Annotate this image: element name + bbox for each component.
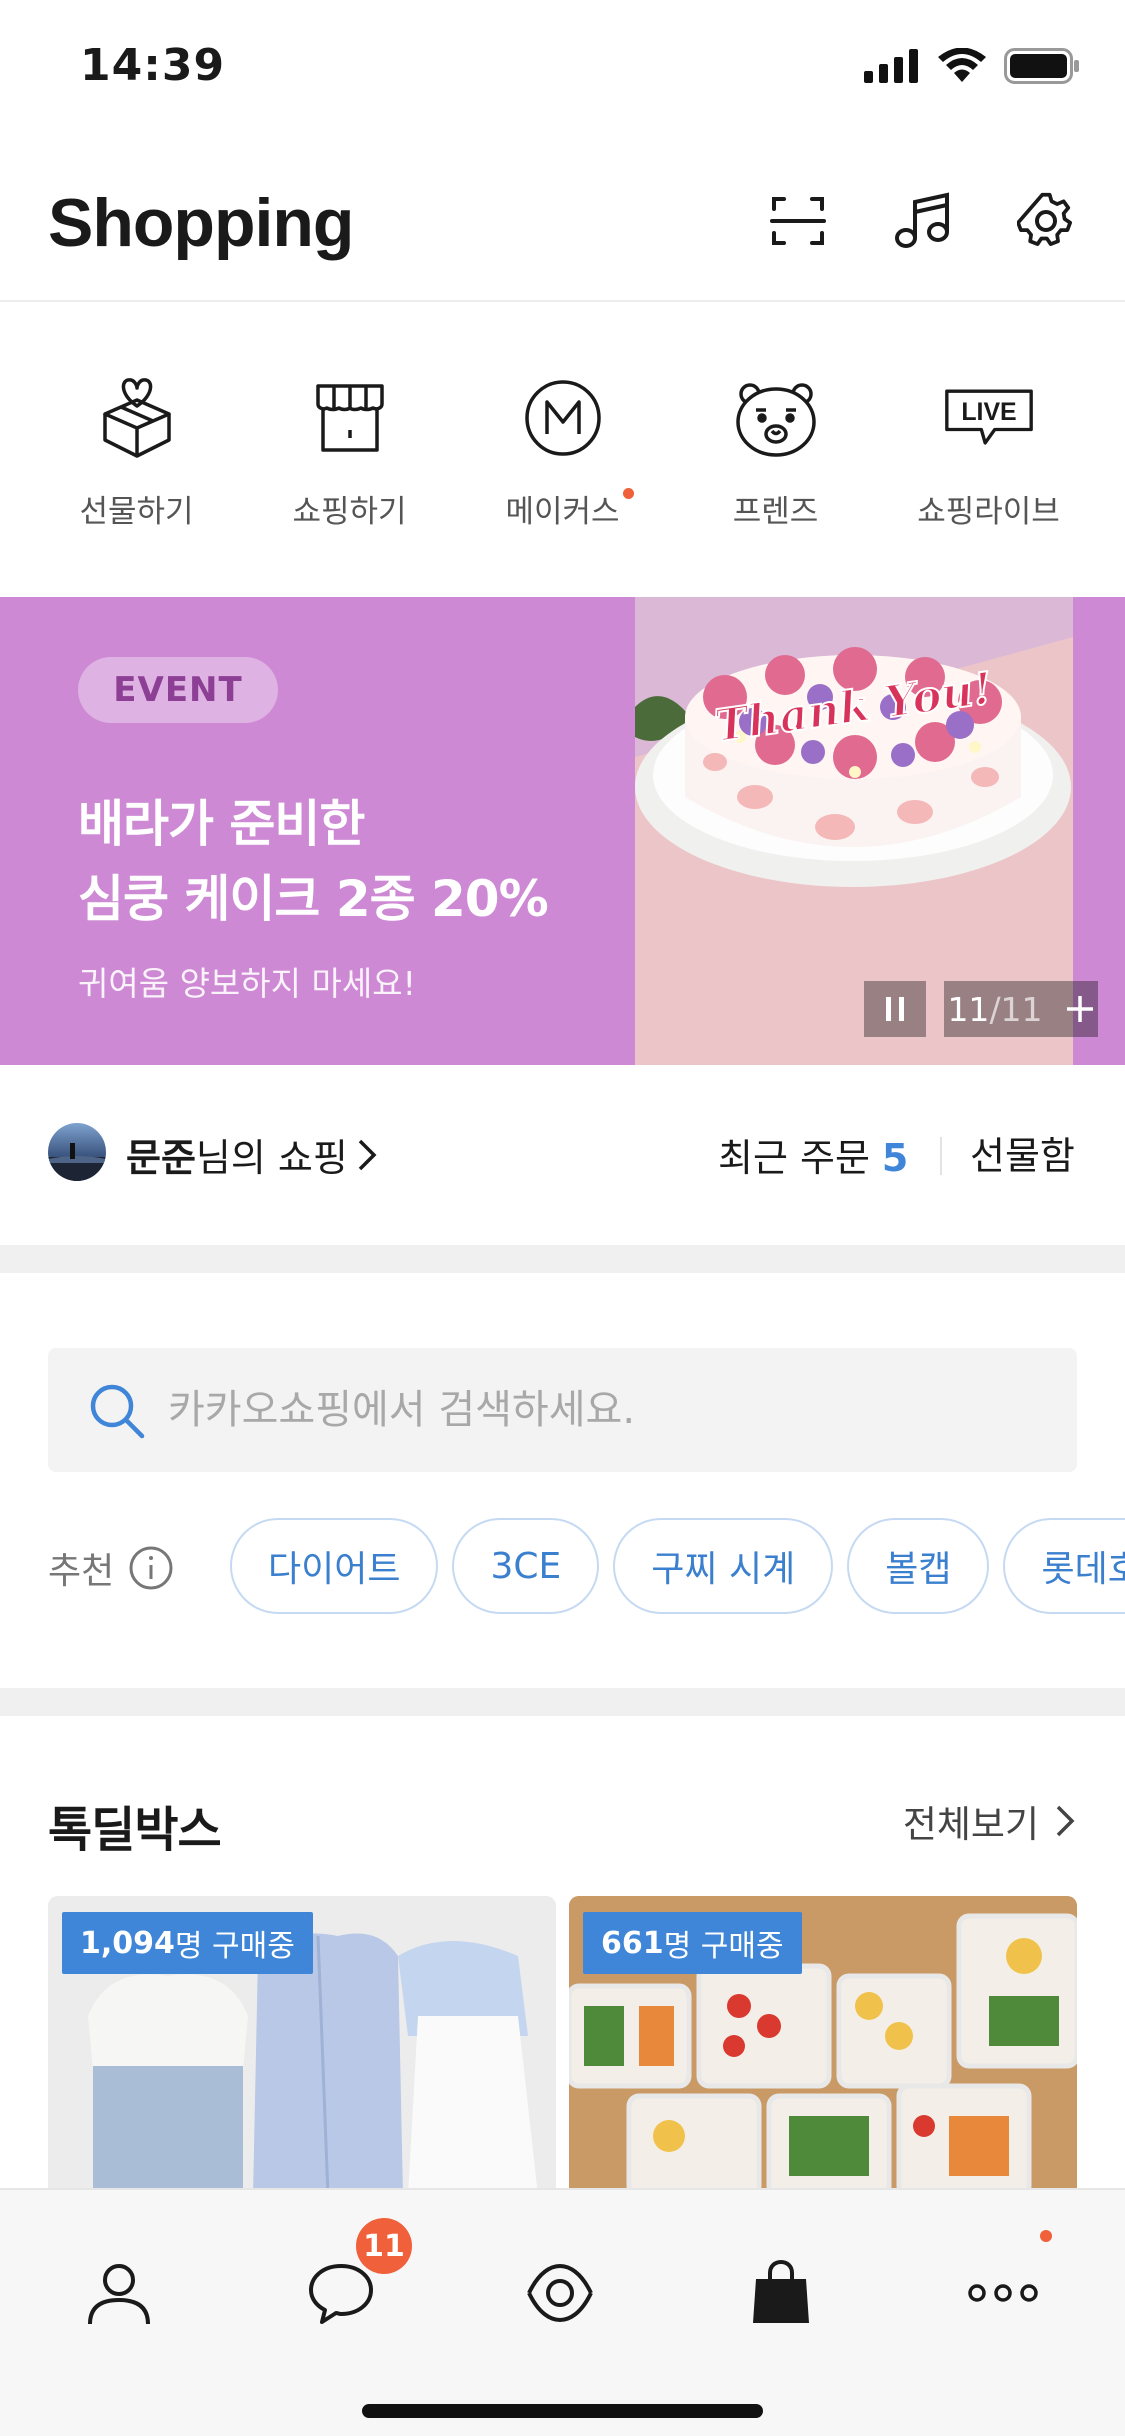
page-title: Shopping [48, 185, 354, 261]
signal-icon [864, 49, 918, 83]
music-note-icon[interactable] [891, 190, 953, 252]
chat-bubble-icon [309, 2264, 373, 2324]
event-tag: EVENT [78, 657, 278, 723]
avatar[interactable] [48, 1123, 106, 1181]
status-time: 14:39 [80, 40, 226, 91]
chevron-right-icon [1056, 1805, 1075, 1837]
deal-card[interactable]: 1,094 명 구매중 [48, 1896, 556, 2196]
my-shopping-link[interactable]: 문준 님의 쇼핑 [126, 1127, 380, 1182]
recommended-label: 추천 [48, 1542, 174, 1594]
nav-view[interactable] [515, 2248, 605, 2338]
user-name: 문준 [126, 1136, 196, 1180]
category-shopping-live[interactable]: LIVE 쇼핑라이브 [889, 372, 1089, 597]
status-icons [864, 48, 1080, 84]
event-banner[interactable]: EVENT 배라가 준비한 심쿵 케이크 2종 20% 귀여움 양보하지 마세요… [0, 597, 1125, 1065]
scan-icon[interactable] [767, 190, 829, 252]
store-icon [304, 372, 396, 464]
category-label: 쇼핑하기 [292, 494, 407, 530]
slide-total: /11 [989, 989, 1043, 1029]
person-icon [88, 2264, 150, 2325]
recent-orders-link[interactable]: 최근 주문 5 [718, 1127, 908, 1182]
recommend-chip[interactable]: 구찌 시계 [613, 1518, 834, 1614]
slide-counter[interactable]: 11/11 [944, 981, 1098, 1037]
shopping-bag-icon [753, 2259, 809, 2323]
slide-counter-text: 11/11 [947, 990, 1042, 1029]
recommend-chip[interactable]: 3CE [452, 1518, 600, 1614]
category-label: 쇼핑라이브 [917, 494, 1060, 530]
friends-bear-icon [730, 372, 822, 464]
buyers-count: 1,094 [80, 1925, 175, 1961]
banner-title-line1: 배라가 준비한 [78, 795, 365, 853]
wifi-icon [938, 48, 986, 82]
category-makers[interactable]: 메이커스 [463, 372, 663, 597]
battery-icon [1004, 48, 1079, 84]
talkdeal-header: 톡딜박스 전체보기 [0, 1780, 1125, 1860]
gift-box-link[interactable]: 선물함 [970, 1125, 1075, 1180]
new-dot-badge [622, 488, 634, 499]
view-all-label: 전체보기 [902, 1803, 1039, 1846]
buyers-count-badge: 661 명 구매중 [583, 1912, 802, 1974]
gift-box-icon [91, 372, 183, 464]
profile-suffix: 님의 쇼핑 [195, 1136, 348, 1180]
profile-row: 문준 님의 쇼핑 최근 주문 5 선물함 [0, 1065, 1125, 1245]
app-header: Shopping [0, 160, 1125, 302]
info-icon[interactable] [128, 1545, 174, 1591]
category-shopping[interactable]: 쇼핑하기 [250, 372, 450, 597]
search-bar[interactable] [48, 1348, 1077, 1472]
status-bar: 14:39 [0, 0, 1125, 140]
recommend-chip[interactable]: 다이어트 [230, 1518, 439, 1614]
section-divider [0, 1245, 1125, 1273]
nav-more[interactable] [958, 2248, 1048, 2338]
eye-view-icon [527, 2263, 593, 2323]
recommend-chip[interactable]: 볼캡 [847, 1518, 990, 1614]
recommended-label-text: 추천 [48, 1551, 115, 1592]
deal-card[interactable]: 661 명 구매중 [569, 1896, 1077, 2196]
bottom-nav: 11 [0, 2188, 1125, 2436]
category-gift[interactable]: 선물하기 [37, 372, 237, 597]
category-row: 선물하기 쇼핑하기 메이커스 프렌즈 LIVE 쇼핑라이브 [0, 302, 1125, 597]
plus-icon [1066, 996, 1093, 1022]
buyers-suffix: 명 구매중 [174, 1929, 295, 1964]
category-label: 프렌즈 [732, 494, 819, 530]
live-icon: LIVE [943, 372, 1035, 464]
recent-orders-label: 최근 주문 [718, 1136, 870, 1180]
view-all-link[interactable]: 전체보기 [903, 1794, 1077, 1848]
search-icon [90, 1384, 145, 1439]
banner-title: 배라가 준비한 심쿵 케이크 2종 20% [78, 787, 549, 937]
divider [940, 1137, 942, 1175]
category-label-text: 메이커스 [505, 494, 620, 530]
recent-orders-count: 5 [881, 1136, 909, 1180]
recommended-row: 추천 다이어트 3CE 구찌 시계 볼캡 롯데호텔 [0, 1518, 1125, 1614]
header-actions [767, 190, 1077, 252]
more-dots-icon [968, 2284, 1038, 2302]
category-label: 메이커스 [505, 486, 634, 531]
pause-icon [886, 997, 904, 1021]
recommend-chip[interactable]: 롯데호텔 [1003, 1518, 1125, 1614]
live-icon-text: LIVE [961, 398, 1016, 426]
category-label: 선물하기 [79, 494, 194, 530]
search-input[interactable] [168, 1348, 1048, 1472]
buyers-suffix: 명 구매중 [663, 1929, 784, 1964]
more-new-dot [1040, 2230, 1052, 2242]
buyers-count: 661 [601, 1925, 664, 1961]
banner-title-line2: 심쿵 케이크 2종 20% [78, 870, 549, 928]
chat-unread-badge: 11 [356, 2218, 412, 2274]
slide-current: 11 [947, 989, 990, 1029]
section-divider [0, 1688, 1125, 1716]
nav-shopping[interactable] [736, 2248, 826, 2338]
nav-friends[interactable] [74, 2248, 164, 2338]
category-friends[interactable]: 프렌즈 [676, 372, 876, 597]
buyers-count-badge: 1,094 명 구매중 [62, 1912, 313, 1974]
recommended-chips: 다이어트 3CE 구찌 시계 볼캡 롯데호텔 [230, 1518, 1125, 1614]
home-indicator[interactable] [362, 2404, 763, 2418]
chevron-right-icon [358, 1139, 377, 1170]
makers-m-icon [517, 372, 609, 464]
section-title: 톡딜박스 [48, 1802, 222, 1858]
pause-button[interactable] [864, 981, 926, 1037]
banner-subtitle: 귀여움 양보하지 마세요! [78, 964, 416, 1003]
gear-icon[interactable] [1015, 190, 1077, 252]
